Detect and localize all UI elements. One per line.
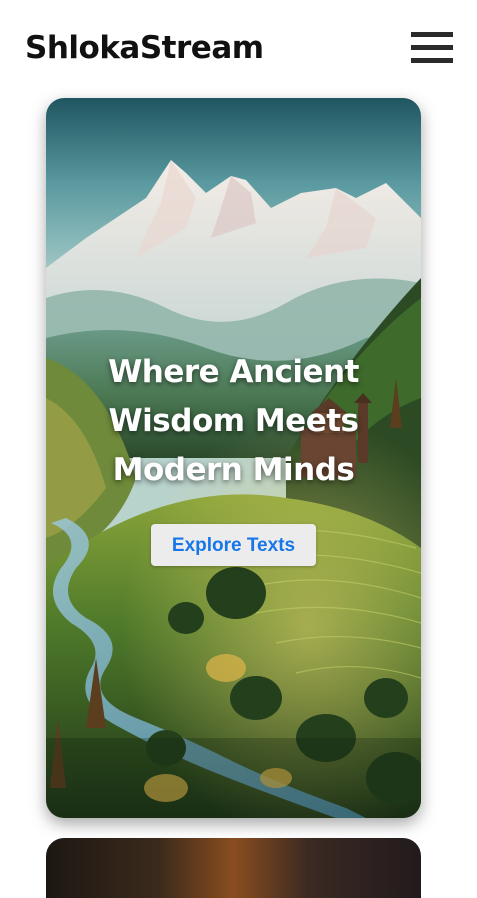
hero-title-line-1: Where Ancient [108, 354, 359, 390]
hero-card: Where Ancient Wisdom Meets Modern Minds … [46, 98, 421, 818]
hero-title-line-2: Wisdom Meets [108, 403, 359, 439]
hero-title-line-3: Modern Minds [112, 452, 355, 488]
hamburger-menu-icon[interactable] [411, 32, 453, 64]
site-header: ShlokaStream [0, 0, 477, 96]
explore-texts-button[interactable]: Explore Texts [151, 524, 316, 566]
menu-bar-bottom [411, 58, 453, 63]
menu-bar-top [411, 32, 453, 37]
hero-title: Where Ancient Wisdom Meets Modern Minds [46, 348, 421, 495]
brand-logo-text[interactable]: ShlokaStream [25, 26, 264, 70]
next-card-preview[interactable] [46, 838, 421, 898]
menu-bar-middle [411, 45, 453, 50]
